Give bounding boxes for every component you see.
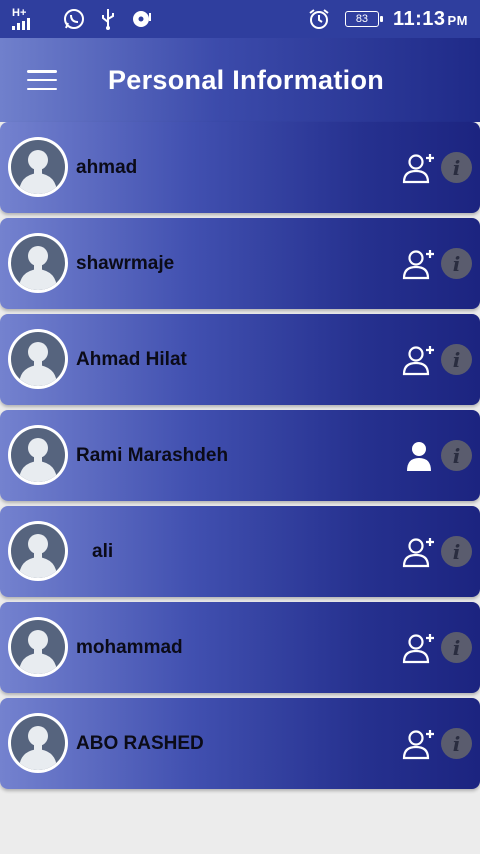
add-user-icon [402, 634, 436, 668]
add-user-button[interactable] [402, 632, 436, 664]
network-type: H+ [12, 7, 27, 19]
contact-card[interactable]: ali i [0, 506, 480, 597]
info-button[interactable]: i [441, 152, 472, 183]
contact-name: ABO RASHED [76, 732, 204, 754]
avatar [8, 617, 68, 677]
contact-name: ahmad [76, 156, 138, 178]
contact-card[interactable]: shawrmaje i [0, 218, 480, 309]
avatar [8, 137, 68, 197]
user-button[interactable] [402, 440, 436, 472]
add-user-button[interactable] [402, 152, 436, 184]
info-button[interactable]: i [441, 440, 472, 471]
usb-icon [96, 7, 120, 31]
menu-button[interactable] [0, 38, 84, 122]
add-user-button[interactable] [402, 344, 436, 376]
add-user-icon [402, 538, 436, 572]
info-icon: i [452, 443, 461, 468]
add-user-button[interactable] [402, 536, 436, 568]
contact-card[interactable]: mohammad i [0, 602, 480, 693]
default-avatar-icon [11, 620, 65, 674]
signal-bars-icon [12, 18, 30, 30]
page-title: Personal Information [108, 64, 385, 95]
contact-card[interactable]: Rami Marashdeh i [0, 410, 480, 501]
avatar [8, 329, 68, 389]
contact-card[interactable]: ABO RASHED i [0, 698, 480, 789]
contact-name: shawrmaje [76, 252, 175, 274]
contact-card[interactable]: Ahmad Hilat i [0, 314, 480, 405]
battery-level: 83 [355, 13, 369, 25]
contact-name: Rami Marashdeh [76, 444, 229, 466]
user-icon [402, 442, 436, 476]
contact-name: mohammad [76, 636, 183, 658]
network-signal-icon: H+ [12, 8, 52, 30]
default-avatar-icon [11, 236, 65, 290]
default-avatar-icon [11, 716, 65, 770]
info-icon: i [452, 347, 461, 372]
info-button[interactable]: i [441, 728, 472, 759]
app-bar: Personal Information [0, 38, 480, 122]
add-user-icon [402, 250, 436, 284]
info-icon: i [452, 731, 461, 756]
alarm-icon [307, 7, 331, 31]
avatar [8, 425, 68, 485]
status-bar: H+ 83 11:13 PM [0, 0, 480, 38]
info-button[interactable]: i [441, 632, 472, 663]
avatar [8, 713, 68, 773]
disc-icon [130, 7, 154, 31]
whatsapp-icon [62, 7, 86, 31]
clock: 11:13 PM [393, 8, 468, 31]
hamburger-menu-icon [27, 70, 57, 90]
info-button[interactable]: i [441, 536, 472, 567]
add-user-button[interactable] [402, 728, 436, 760]
contact-card[interactable]: ahmad i [0, 122, 480, 213]
contact-name: ali [92, 540, 114, 562]
clock-ampm: PM [447, 12, 468, 28]
avatar [8, 521, 68, 581]
default-avatar-icon [11, 140, 65, 194]
default-avatar-icon [11, 428, 65, 482]
info-icon: i [452, 251, 461, 276]
default-avatar-icon [11, 524, 65, 578]
info-button[interactable]: i [441, 344, 472, 375]
clock-time: 11:13 [392, 7, 446, 30]
contact-name: Ahmad Hilat [76, 348, 187, 370]
add-user-icon [402, 730, 436, 764]
info-icon: i [452, 635, 461, 660]
add-user-button[interactable] [402, 248, 436, 280]
info-icon: i [452, 155, 461, 180]
info-icon: i [452, 539, 461, 564]
avatar [8, 233, 68, 293]
battery-indicator: 83 [344, 11, 383, 27]
default-avatar-icon [11, 332, 65, 386]
add-user-icon [402, 346, 436, 380]
add-user-icon [402, 154, 436, 188]
info-button[interactable]: i [441, 248, 472, 279]
